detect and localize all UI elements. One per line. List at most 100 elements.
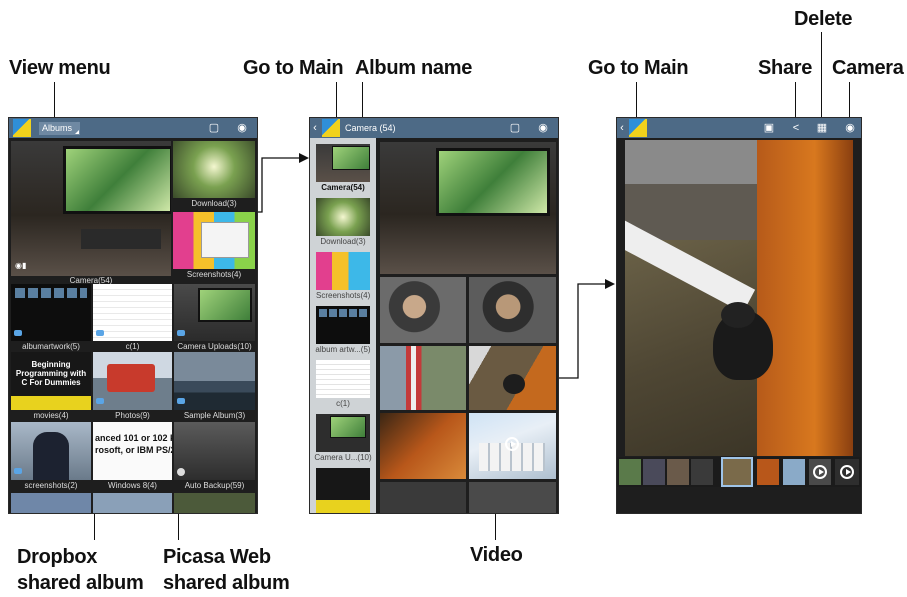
photo-keyboard-video[interactable] [469,413,556,479]
side-album-camera-uploads[interactable] [316,414,370,452]
album-screenshots-2[interactable] [11,422,91,480]
side-album-camera[interactable] [316,144,370,182]
album-partial-2 [93,493,172,513]
picasa-icon [177,468,185,476]
photo-person-1[interactable] [380,277,466,343]
go-to-main-label-1: Go to Main [243,57,344,79]
dropbox-icon [14,330,22,336]
slideshow-icon[interactable]: ▣ [762,121,776,135]
filmstrip-frame[interactable] [619,459,641,485]
photo-flag[interactable] [380,346,466,410]
dropbox-label: Dropbox shared album [17,544,144,596]
video-play-icon [813,465,827,479]
albums-action-bar: Albums ▢ ◉ [9,118,257,138]
album-partial-1 [11,493,91,513]
artwork-strip [15,288,87,298]
camera-icon[interactable]: ◉ [235,121,249,135]
album-camera[interactable]: ◉▮ [11,141,171,276]
filmstrip-frame[interactable] [691,459,713,485]
book-cover-text: Beginning Programming with C For Dummies [15,360,87,387]
photo-cat-shape [503,374,525,394]
album-photos[interactable] [93,352,172,410]
share-label: Share [758,57,813,79]
filmstrip-frame-selected[interactable] [721,457,753,487]
album-label: screenshots(2) [24,481,78,490]
album-auto-backup[interactable] [174,422,255,480]
photo-action-bar: ‹ ▣ < ▦ ◉ [617,118,861,138]
filmstrip-frame[interactable] [667,459,689,485]
slideshow-icon[interactable]: ▢ [508,121,522,135]
filmstrip-frame[interactable] [643,459,665,485]
app-icon[interactable] [629,119,647,137]
filmstrip-frame[interactable] [757,459,779,485]
camera-label: Camera [832,57,904,79]
app-icon[interactable] [322,119,340,137]
slideshow-icon[interactable]: ▢ [207,121,221,135]
dropbox-icon [14,468,22,474]
side-album-artwork[interactable] [316,306,370,344]
side-album-label: album artw...(5) [315,345,371,354]
album-label: Windows 8(4) [108,481,157,490]
side-album-screenshots[interactable] [316,252,370,290]
album-screen: ‹ Camera (54) ▢ ◉ Camera(54) Download(3)… [309,117,559,514]
photo-desk[interactable] [380,142,556,274]
book-cover-stripe [11,396,91,410]
keyboard-picture [81,229,161,249]
camera-icon[interactable]: ◉ [536,121,550,135]
album-windows8[interactable]: anced 101 or 102 k rosoft, or IBM PS/2 [93,422,172,480]
album-download[interactable] [173,141,255,198]
view-menu-dropdown[interactable]: Albums [39,122,81,135]
side-album-label: Download(3) [320,237,366,246]
app-icon[interactable] [13,119,31,137]
album-label: Photos(9) [115,411,150,420]
album-screenshots[interactable] [173,212,255,269]
photo-orange[interactable] [380,413,466,479]
camera-icon[interactable]: ◉ [843,121,857,135]
uploads-monitor [198,288,252,322]
dropbox-label-line2: shared album [17,572,144,594]
share-leader [795,82,796,120]
album-label: Camera Uploads(10) [177,342,252,351]
back-icon[interactable]: ‹ [617,121,627,135]
album-sample[interactable] [174,352,255,410]
photo-partial-2 [469,482,556,513]
screenshot-window [201,222,249,258]
delete-icon[interactable]: ▦ [815,121,829,135]
filmstrip-video-frame[interactable] [809,459,831,485]
share-icon[interactable]: < [789,121,803,135]
full-photo[interactable] [625,140,853,456]
photo-cat-head [721,302,755,328]
picasa-label-line2: shared album [163,572,290,594]
side-album-c[interactable] [316,360,370,398]
video-play-icon[interactable] [505,437,519,451]
album-label: c(1) [125,342,140,351]
album-partial-3 [174,493,255,513]
back-icon[interactable]: ‹ [310,121,320,135]
photo-cat[interactable] [469,346,556,410]
album-name-label: Album name [355,57,473,79]
filmstrip-frame[interactable] [783,459,805,485]
album-albumartwork[interactable] [11,284,91,341]
photo-screen: ‹ ▣ < ▦ ◉ [616,117,862,514]
go-to-main-leader-1 [336,82,337,122]
go-to-main-label-2: Go to Main [588,57,689,79]
album-camera-uploads[interactable] [174,284,255,341]
view-menu-label: View menu [9,57,111,79]
video-play-icon [840,465,854,479]
album-label: Sample Album(3) [183,411,246,420]
side-album-download[interactable] [316,198,370,236]
monitor-picture [63,146,171,214]
filmstrip-video-frame[interactable] [835,459,859,485]
delete-leader [821,32,822,120]
album-label: Download(3) [191,199,237,208]
camera-leader [849,82,850,120]
dropbox-label-line1: Dropbox [17,546,98,568]
photo-desk-monitor [436,148,550,216]
photo-person-2[interactable] [469,277,556,343]
person-picture [33,432,69,480]
album-c[interactable] [93,284,172,341]
album-label: Screenshots(4) [186,270,242,279]
album-movies[interactable]: Beginning Programming with C For Dummies [11,352,91,410]
dropbox-icon [177,330,185,336]
side-album-movies[interactable] [316,468,370,513]
